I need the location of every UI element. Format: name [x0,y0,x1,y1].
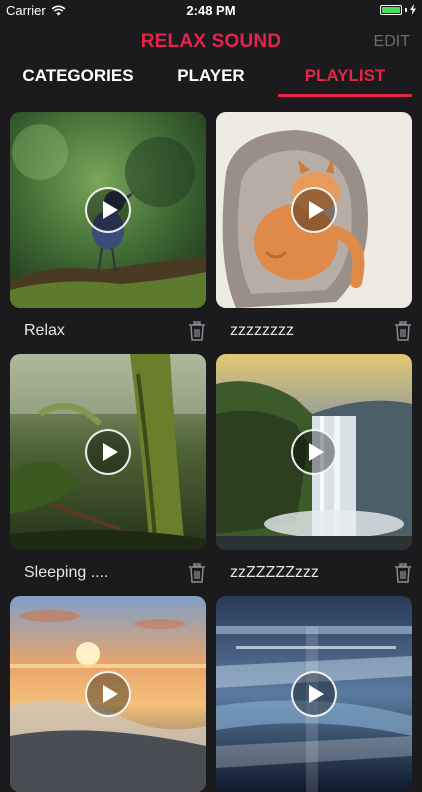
playlist-item [216,596,412,792]
trash-icon[interactable] [188,321,206,341]
playlist-item: zzzzzzzz [216,112,412,341]
status-bar: Carrier 2:48 PM [0,0,422,22]
playlist-item-label: Sleeping .... [24,564,109,581]
playlist-item: zzZZZZZzzz [216,354,412,583]
trash-icon[interactable] [394,563,412,583]
battery-fill [382,6,400,13]
thumbnail-waterfall[interactable] [216,354,412,550]
playlist-item-label: Relax [24,322,65,339]
tab-player[interactable]: PLAYER [170,66,252,86]
thumbnail-rainforest[interactable] [10,354,206,550]
thumbnail-sunset-beach[interactable] [10,596,206,792]
play-button[interactable] [291,429,337,475]
battery-icon [380,4,402,15]
active-tab-indicator [278,94,412,97]
play-icon [102,443,118,461]
play-icon [308,201,324,219]
edit-button[interactable]: EDIT [374,33,410,51]
playlist-item-label: zzZZZZZzzz [230,564,319,581]
play-button[interactable] [291,187,337,233]
thumbnail-cat[interactable] [216,112,412,308]
play-button[interactable] [85,671,131,717]
play-button[interactable] [85,429,131,475]
playlist-item [10,596,206,792]
tab-playlist[interactable]: PLAYLIST [278,66,412,86]
battery-group [380,4,416,15]
playlist-item-label: zzzzzzzz [230,322,294,339]
play-icon [308,443,324,461]
thumbnail-bird[interactable] [10,112,206,308]
play-button[interactable] [291,671,337,717]
tab-bar: CATEGORIES PLAYER PLAYLIST [0,62,422,98]
thumbnail-abstract-water[interactable] [216,596,412,792]
battery-cap [405,7,407,12]
play-icon [102,685,118,703]
play-button[interactable] [85,187,131,233]
playlist-item: Sleeping .... [10,354,206,583]
clock: 2:48 PM [186,3,236,18]
bolt-icon [410,4,416,15]
app-title: RELAX SOUND [140,31,282,52]
tab-categories[interactable]: CATEGORIES [22,66,134,86]
trash-icon[interactable] [188,563,206,583]
playlist-item: Relax [10,112,206,341]
play-icon [308,685,324,703]
trash-icon[interactable] [394,321,412,341]
play-icon [102,201,118,219]
